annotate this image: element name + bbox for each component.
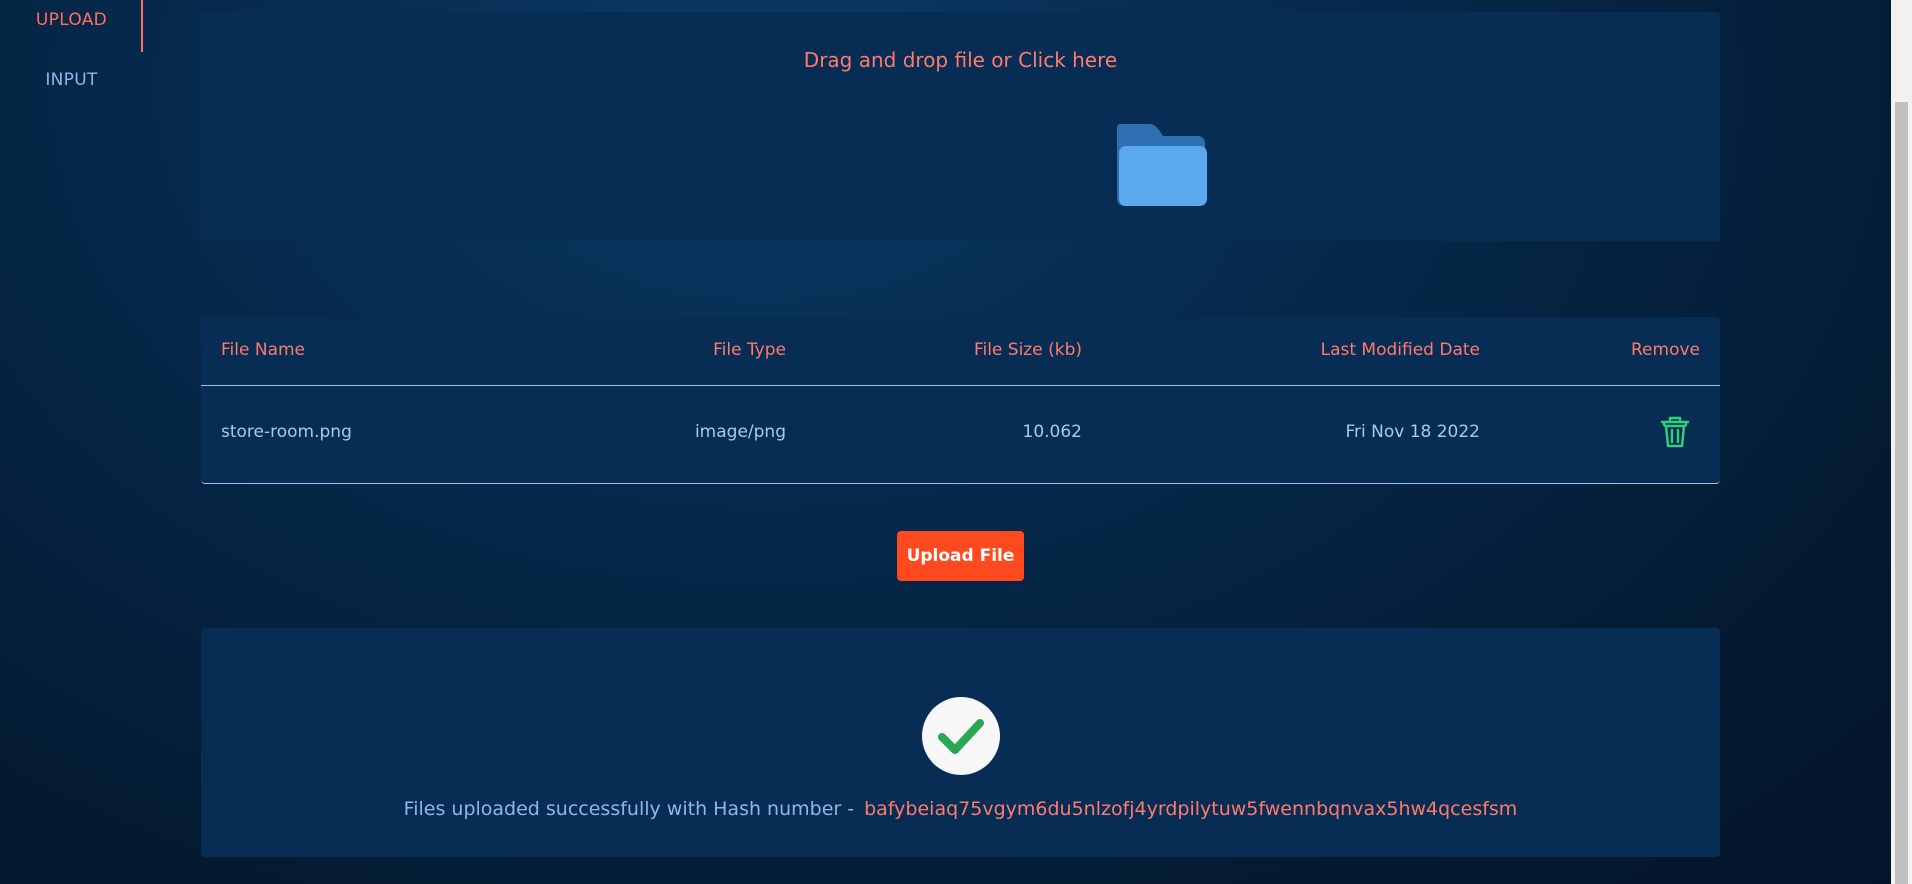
check-circle-icon bbox=[922, 697, 1000, 775]
upload-result-panel: Files uploaded successfully with Hash nu… bbox=[201, 628, 1720, 857]
cell-file-size: 10.062 bbox=[1022, 422, 1082, 442]
sidebar: UPLOAD INPUT bbox=[0, 0, 143, 884]
folder-icon bbox=[1117, 124, 1207, 206]
column-header-file-type: File Type bbox=[713, 340, 786, 360]
sidebar-item-upload[interactable]: UPLOAD bbox=[0, 10, 143, 30]
cell-file-name: store-room.png bbox=[221, 422, 352, 442]
upload-file-button[interactable]: Upload File bbox=[897, 531, 1024, 581]
hash-value: bafybeiaq75vgym6du5nlzofj4yrdpilytuw5fwe… bbox=[864, 798, 1518, 820]
vertical-scrollbar[interactable] bbox=[1891, 0, 1912, 884]
column-header-remove: Remove bbox=[1631, 340, 1700, 360]
success-message-text: Files uploaded successfully with Hash nu… bbox=[403, 798, 855, 820]
column-header-last-modified: Last Modified Date bbox=[1320, 340, 1480, 360]
upload-result-message: Files uploaded successfully with Hash nu… bbox=[201, 798, 1720, 820]
table-header: File Name File Type File Size (kb) Last … bbox=[201, 317, 1720, 386]
file-table: File Name File Type File Size (kb) Last … bbox=[201, 317, 1720, 484]
trash-icon[interactable] bbox=[1659, 415, 1691, 449]
column-header-file-name: File Name bbox=[221, 340, 306, 360]
column-header-file-size: File Size (kb) bbox=[973, 340, 1082, 360]
cell-file-type: image/png bbox=[694, 422, 786, 442]
cell-last-modified: Fri Nov 18 2022 bbox=[1345, 422, 1480, 442]
sidebar-item-input[interactable]: INPUT bbox=[0, 70, 143, 90]
drop-zone-text: Drag and drop file or Click here bbox=[803, 48, 1118, 72]
page: UPLOAD INPUT Drag and drop file or Click… bbox=[0, 0, 1912, 884]
scrollbar-thumb[interactable] bbox=[1895, 102, 1908, 884]
file-drop-zone[interactable]: Drag and drop file or Click here bbox=[201, 12, 1720, 241]
